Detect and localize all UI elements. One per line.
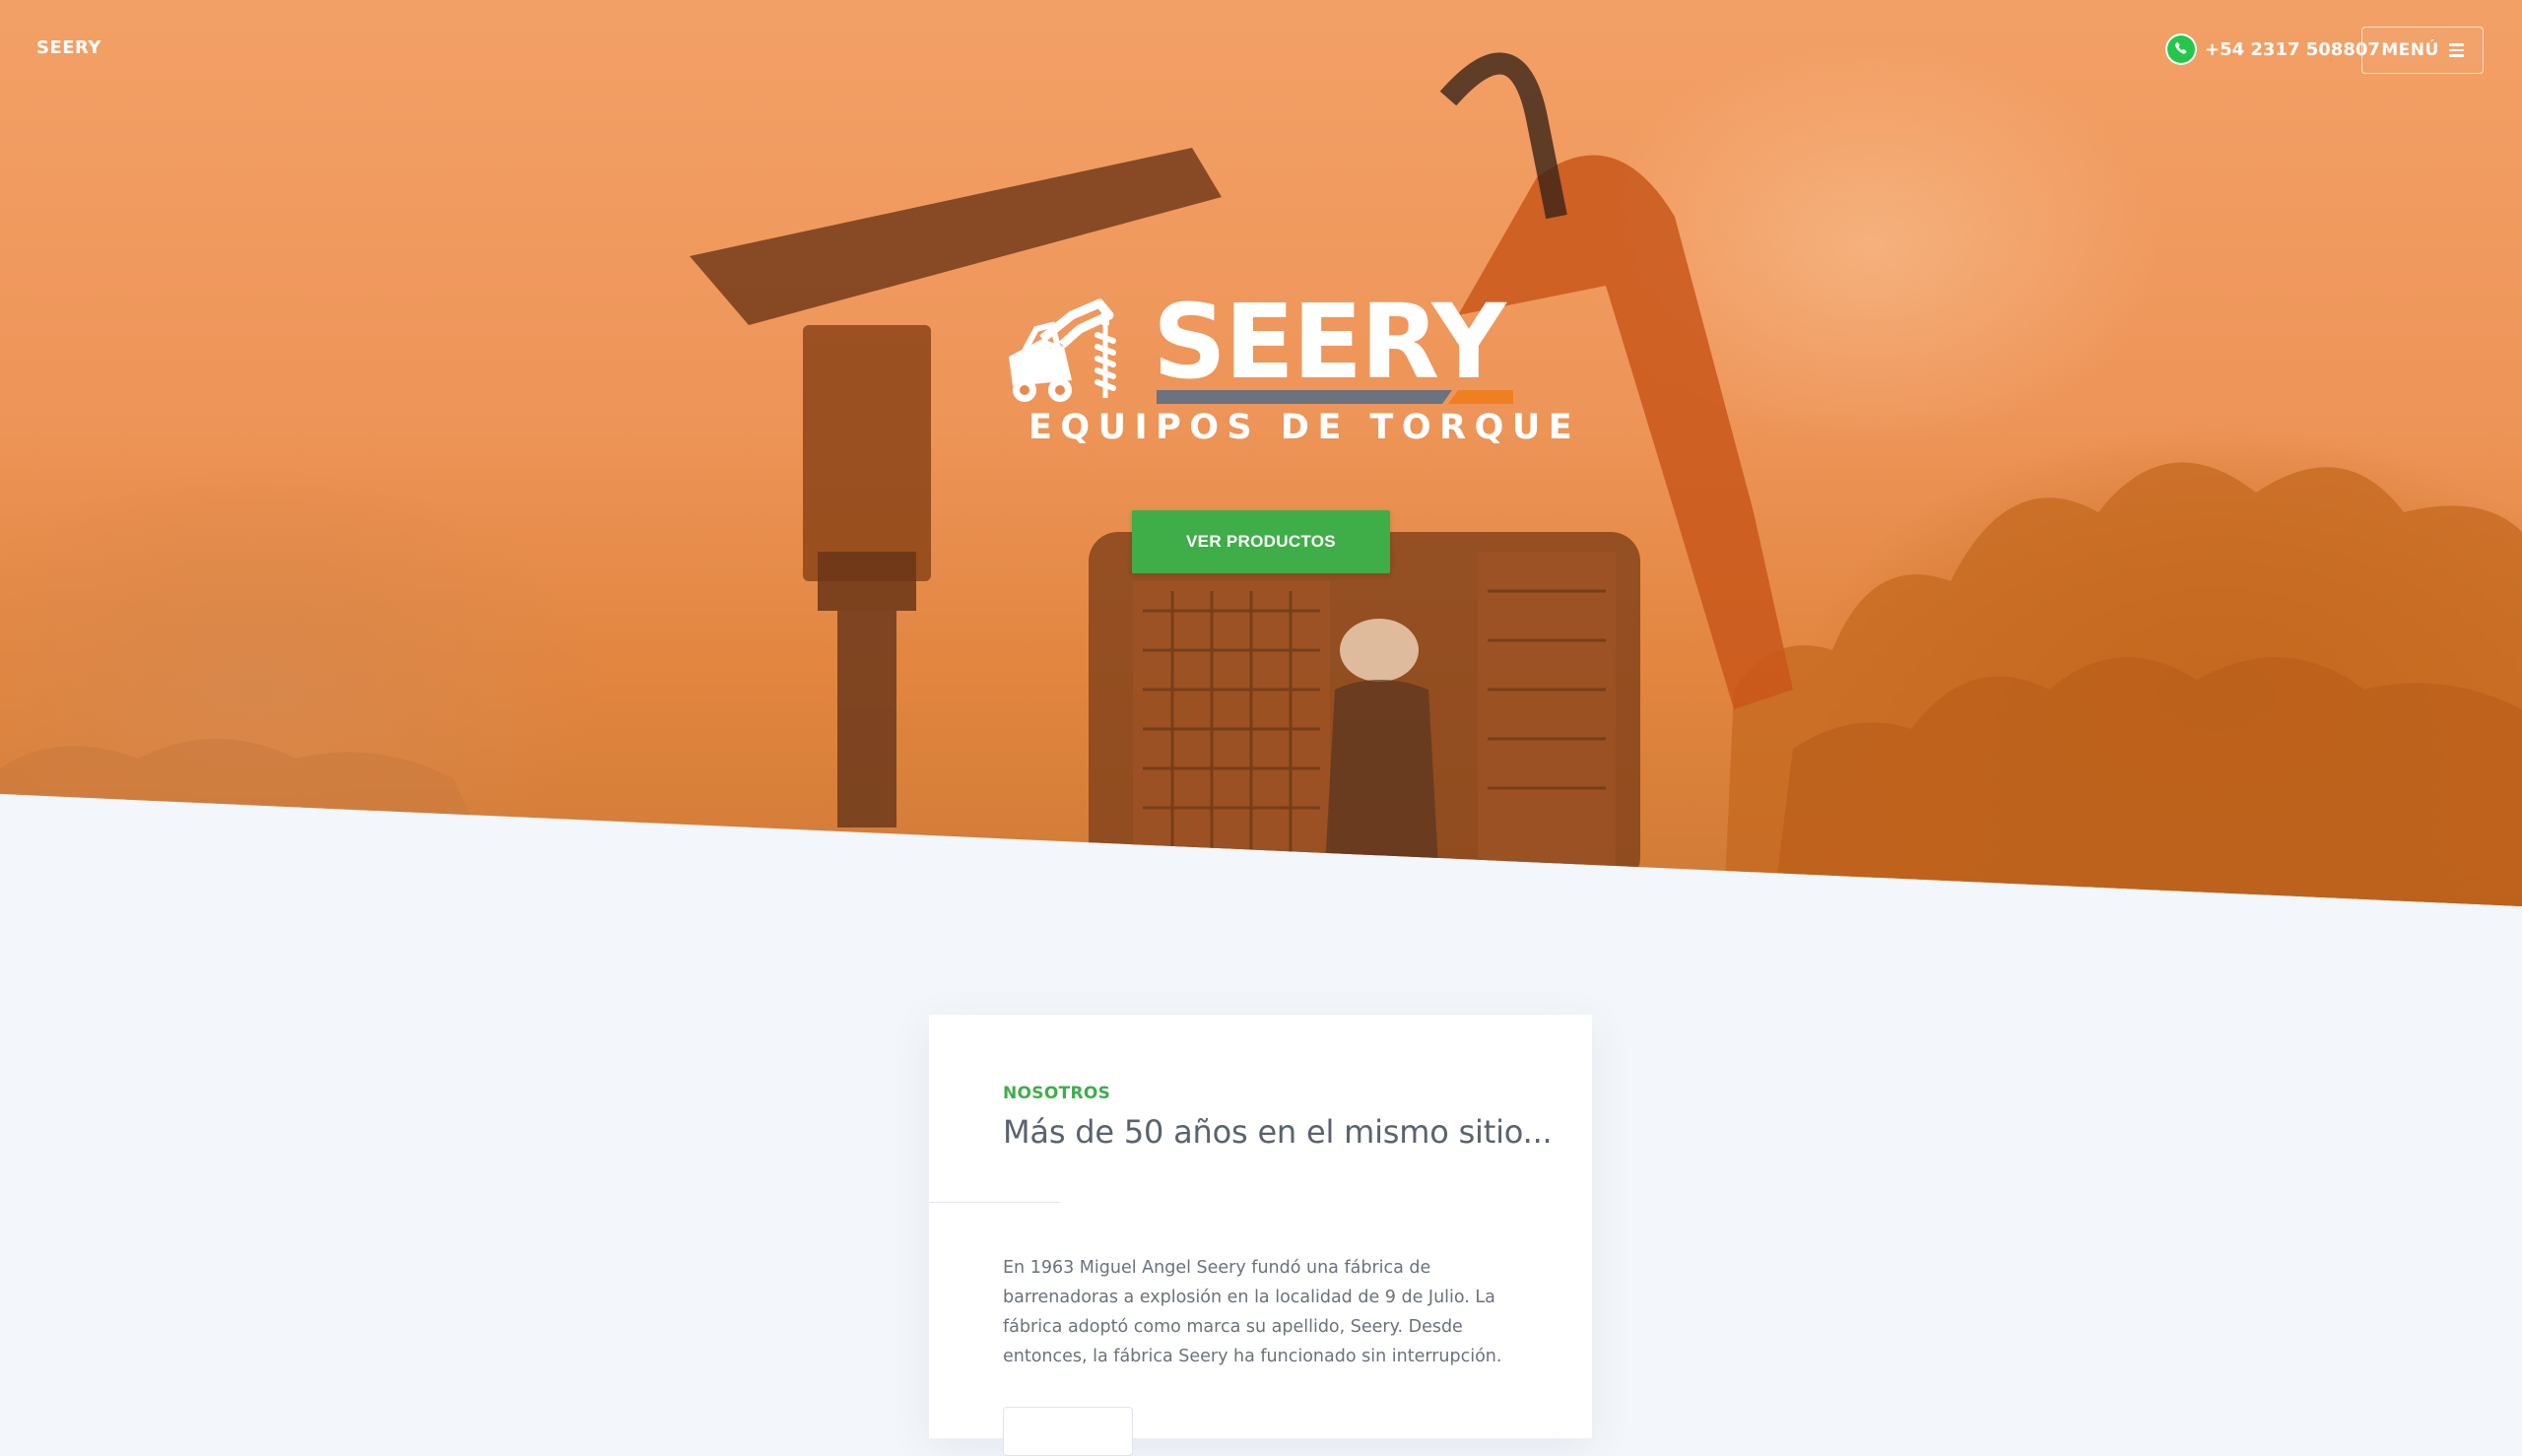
hamburger-icon <box>2448 43 2464 57</box>
about-body: En 1963 Miguel Angel Seery fundó una fáb… <box>1003 1258 1502 1366</box>
whatsapp-icon <box>2165 33 2197 65</box>
skid-steer-auger-icon <box>1009 298 1116 402</box>
about-title: Más de 50 años en el mismo sitio... <box>1003 1113 1553 1151</box>
menu-button[interactable]: MENÚ <box>2361 27 2484 74</box>
whatsapp-phone-link[interactable]: +54 2317 508807 <box>2165 31 2380 68</box>
about-divider <box>929 1202 1060 1203</box>
logo-stripe <box>1157 390 1513 404</box>
logo-subtitle: EQUIPOS DE TORQUE <box>1029 408 1581 447</box>
hero-section: SEERY +54 2317 508807 MENÚ SEERY EQUIPOS… <box>0 0 2522 906</box>
about-eyebrow: NOSOTROS <box>1003 1084 1111 1103</box>
phone-number: +54 2317 508807 <box>2205 38 2380 60</box>
about-card: NOSOTROS Más de 50 años en el mismo siti… <box>929 1015 1592 1456</box>
logo-wordmark: SEERY <box>1153 282 1506 402</box>
brand-logo-text[interactable]: SEERY <box>36 37 101 58</box>
menu-label: MENÚ <box>2381 40 2439 60</box>
about-more-button[interactable] <box>1003 1407 1133 1456</box>
seery-logo: SEERY EQUIPOS DE TORQUE <box>1003 282 1581 455</box>
view-products-button[interactable]: VER PRODUCTOS <box>1132 510 1390 573</box>
